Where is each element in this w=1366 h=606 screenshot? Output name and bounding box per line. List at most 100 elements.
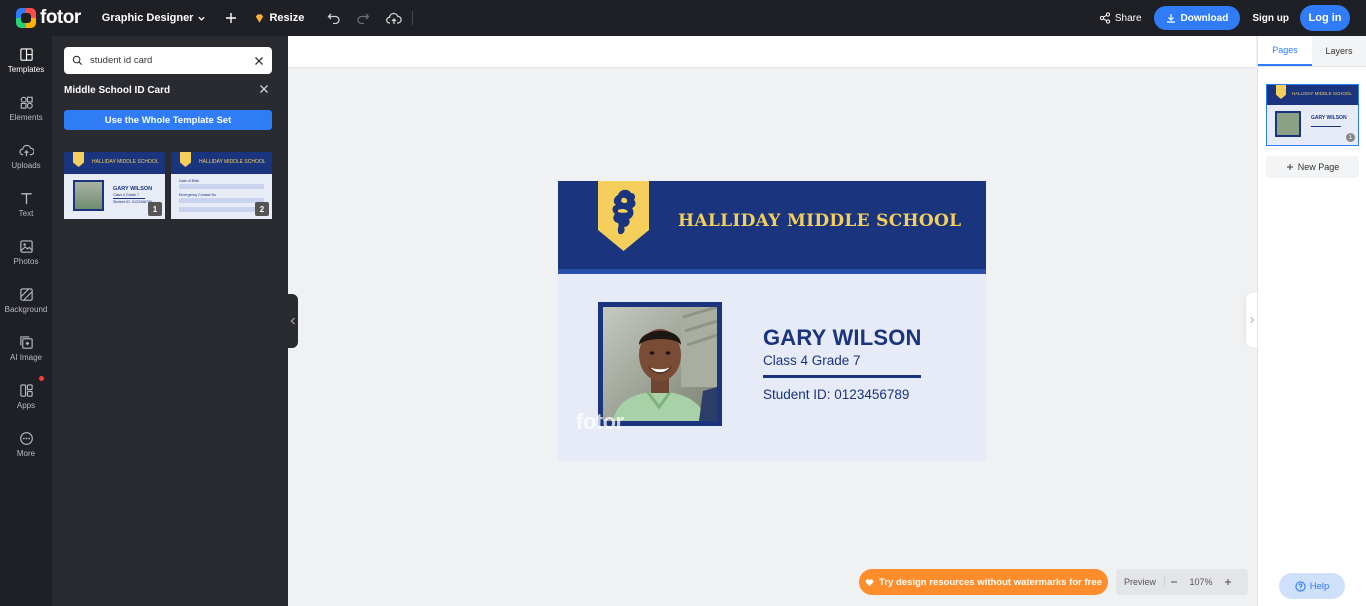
minus-icon bbox=[1171, 581, 1178, 583]
search-input[interactable] bbox=[90, 55, 247, 66]
resize-button[interactable]: Resize bbox=[254, 12, 304, 24]
page-thumbnail-1[interactable]: HALLIDAY MIDDLE SCHOOL GARY WILSON 1 bbox=[1266, 84, 1359, 146]
student-name[interactable]: GARY WILSON bbox=[763, 325, 922, 351]
expand-right-panel-handle[interactable] bbox=[1246, 293, 1257, 347]
heart-icon bbox=[865, 578, 874, 586]
sidebar-item-photos[interactable]: Photos bbox=[0, 228, 52, 276]
cloud-save-icon[interactable] bbox=[386, 12, 403, 25]
zoom-in-button[interactable] bbox=[1219, 575, 1237, 589]
more-icon bbox=[19, 431, 33, 445]
templates-icon bbox=[19, 47, 33, 61]
background-icon bbox=[19, 287, 33, 301]
id-card-design[interactable]: HALLIDAY MIDDLE SCHOOL fotor GARY WILSON… bbox=[558, 181, 986, 461]
thumb-field-bar bbox=[179, 207, 264, 212]
tab-pages[interactable]: Pages bbox=[1258, 36, 1312, 66]
sidebar-item-label: Elements bbox=[9, 112, 43, 122]
sidebar-item-label: More bbox=[16, 448, 36, 458]
thumb-field-bar bbox=[179, 184, 264, 189]
tab-layers[interactable]: Layers bbox=[1312, 36, 1366, 66]
search-icon bbox=[72, 55, 83, 66]
sidebar-item-background[interactable]: Background bbox=[0, 276, 52, 324]
card-school-name[interactable]: HALLIDAY MIDDLE SCHOOL bbox=[678, 211, 961, 231]
thumb-photo bbox=[73, 180, 104, 211]
design-type-dropdown[interactable]: Graphic Designer bbox=[102, 12, 207, 24]
thumb-divider bbox=[1311, 126, 1341, 127]
fotor-logo-icon bbox=[16, 8, 36, 28]
student-portrait-image bbox=[603, 307, 717, 421]
help-button[interactable]: Help bbox=[1279, 573, 1345, 599]
thumb-name: GARY WILSON bbox=[113, 186, 153, 192]
sidebar-item-templates[interactable]: Templates bbox=[0, 36, 52, 84]
diamond-icon bbox=[256, 13, 264, 23]
card-header-stripe bbox=[558, 269, 986, 274]
help-label: Help bbox=[1309, 580, 1330, 592]
thumb-field-label: Emergency Contact No. bbox=[179, 193, 218, 197]
template-thumbnail-1[interactable]: HALLIDAY MIDDLE SCHOOL GARY WILSON Class… bbox=[64, 152, 165, 219]
thumb-school-name: HALLIDAY MIDDLE SCHOOL bbox=[199, 159, 266, 165]
student-class[interactable]: Class 4 Grade 7 bbox=[763, 353, 861, 368]
top-toolbar: fotor Graphic Designer Resize Share Down… bbox=[0, 0, 1366, 36]
sidebar-item-label: Templates bbox=[7, 64, 45, 74]
ai-image-icon bbox=[19, 335, 33, 349]
canvas-top-bar bbox=[288, 36, 1256, 68]
sidebar-item-label: Text bbox=[18, 208, 34, 218]
zoom-out-button[interactable] bbox=[1165, 575, 1183, 589]
new-page-label: New Page bbox=[1297, 162, 1340, 172]
sidebar-item-label: Uploads bbox=[11, 160, 41, 170]
fotor-logo[interactable]: fotor bbox=[16, 7, 81, 29]
student-photo-frame[interactable] bbox=[598, 302, 722, 426]
undo-icon[interactable] bbox=[327, 12, 341, 24]
template-number-badge: 1 bbox=[148, 202, 162, 216]
chevron-left-icon bbox=[290, 317, 295, 325]
template-number-badge: 2 bbox=[255, 202, 269, 216]
new-page-button[interactable]: New Page bbox=[1266, 156, 1359, 178]
share-button[interactable]: Share bbox=[1099, 12, 1142, 24]
signup-button[interactable]: Sign up bbox=[1252, 13, 1289, 24]
template-search-box[interactable] bbox=[64, 47, 272, 74]
download-button[interactable]: Download bbox=[1153, 6, 1241, 30]
thumb-school-name: HALLIDAY MIDDLE SCHOOL bbox=[92, 159, 159, 165]
sidebar-item-elements[interactable]: Elements bbox=[0, 84, 52, 132]
share-label: Share bbox=[1114, 12, 1142, 24]
page-number-badge: 1 bbox=[1346, 133, 1355, 142]
share-icon bbox=[1099, 12, 1110, 24]
zoom-controls: Preview 107% bbox=[1116, 569, 1248, 595]
redo-icon[interactable] bbox=[356, 12, 370, 24]
login-button[interactable]: Log in bbox=[1300, 5, 1350, 31]
watermark-free-promo-button[interactable]: Try design resources without watermarks … bbox=[859, 569, 1108, 595]
apps-icon bbox=[19, 383, 33, 397]
left-navigation-rail: Templates Elements Uploads Text Photos B… bbox=[0, 36, 52, 606]
sidebar-item-apps[interactable]: Apps bbox=[0, 372, 52, 420]
sidebar-item-label: Apps bbox=[16, 400, 36, 410]
sidebar-item-label: AI Image bbox=[9, 352, 42, 362]
templates-panel: Middle School ID Card Use the Whole Temp… bbox=[52, 36, 288, 606]
template-thumbnail-2[interactable]: HALLIDAY MIDDLE SCHOOL Date of Birth Eme… bbox=[171, 152, 272, 219]
resize-label: Resize bbox=[269, 12, 305, 24]
help-icon bbox=[1295, 580, 1306, 592]
sidebar-item-ai-image[interactable]: AI Image bbox=[0, 324, 52, 372]
student-id-number[interactable]: Student ID: 0123456789 bbox=[763, 387, 909, 402]
close-icon[interactable] bbox=[259, 84, 269, 94]
sidebar-item-text[interactable]: Text bbox=[0, 180, 52, 228]
thumb-field-label: Date of Birth bbox=[179, 179, 199, 183]
promo-label: Try design resources without watermarks … bbox=[879, 576, 1102, 588]
add-icon[interactable] bbox=[225, 12, 237, 24]
clear-search-icon[interactable] bbox=[254, 56, 264, 66]
card-divider-line[interactable] bbox=[763, 375, 921, 378]
sidebar-item-label: Background bbox=[4, 304, 48, 314]
plus-icon bbox=[1286, 164, 1293, 170]
zoom-level[interactable]: 107% bbox=[1183, 577, 1219, 587]
design-type-label: Graphic Designer bbox=[101, 12, 194, 24]
collapse-panel-handle[interactable] bbox=[288, 294, 298, 348]
thumb-class: Class 4 Grade 7 bbox=[113, 193, 139, 197]
photo-icon bbox=[19, 239, 33, 253]
sidebar-item-uploads[interactable]: Uploads bbox=[0, 132, 52, 180]
thumb-divider bbox=[113, 198, 145, 199]
download-icon bbox=[1166, 14, 1175, 23]
text-icon bbox=[20, 192, 32, 204]
use-template-set-button[interactable]: Use the Whole Template Set bbox=[64, 110, 272, 130]
sidebar-item-more[interactable]: More bbox=[0, 420, 52, 468]
student-photo[interactable] bbox=[603, 307, 717, 421]
preview-button[interactable]: Preview bbox=[1116, 577, 1166, 587]
thumb-student-id: Student ID: 0123456789 bbox=[113, 200, 152, 204]
